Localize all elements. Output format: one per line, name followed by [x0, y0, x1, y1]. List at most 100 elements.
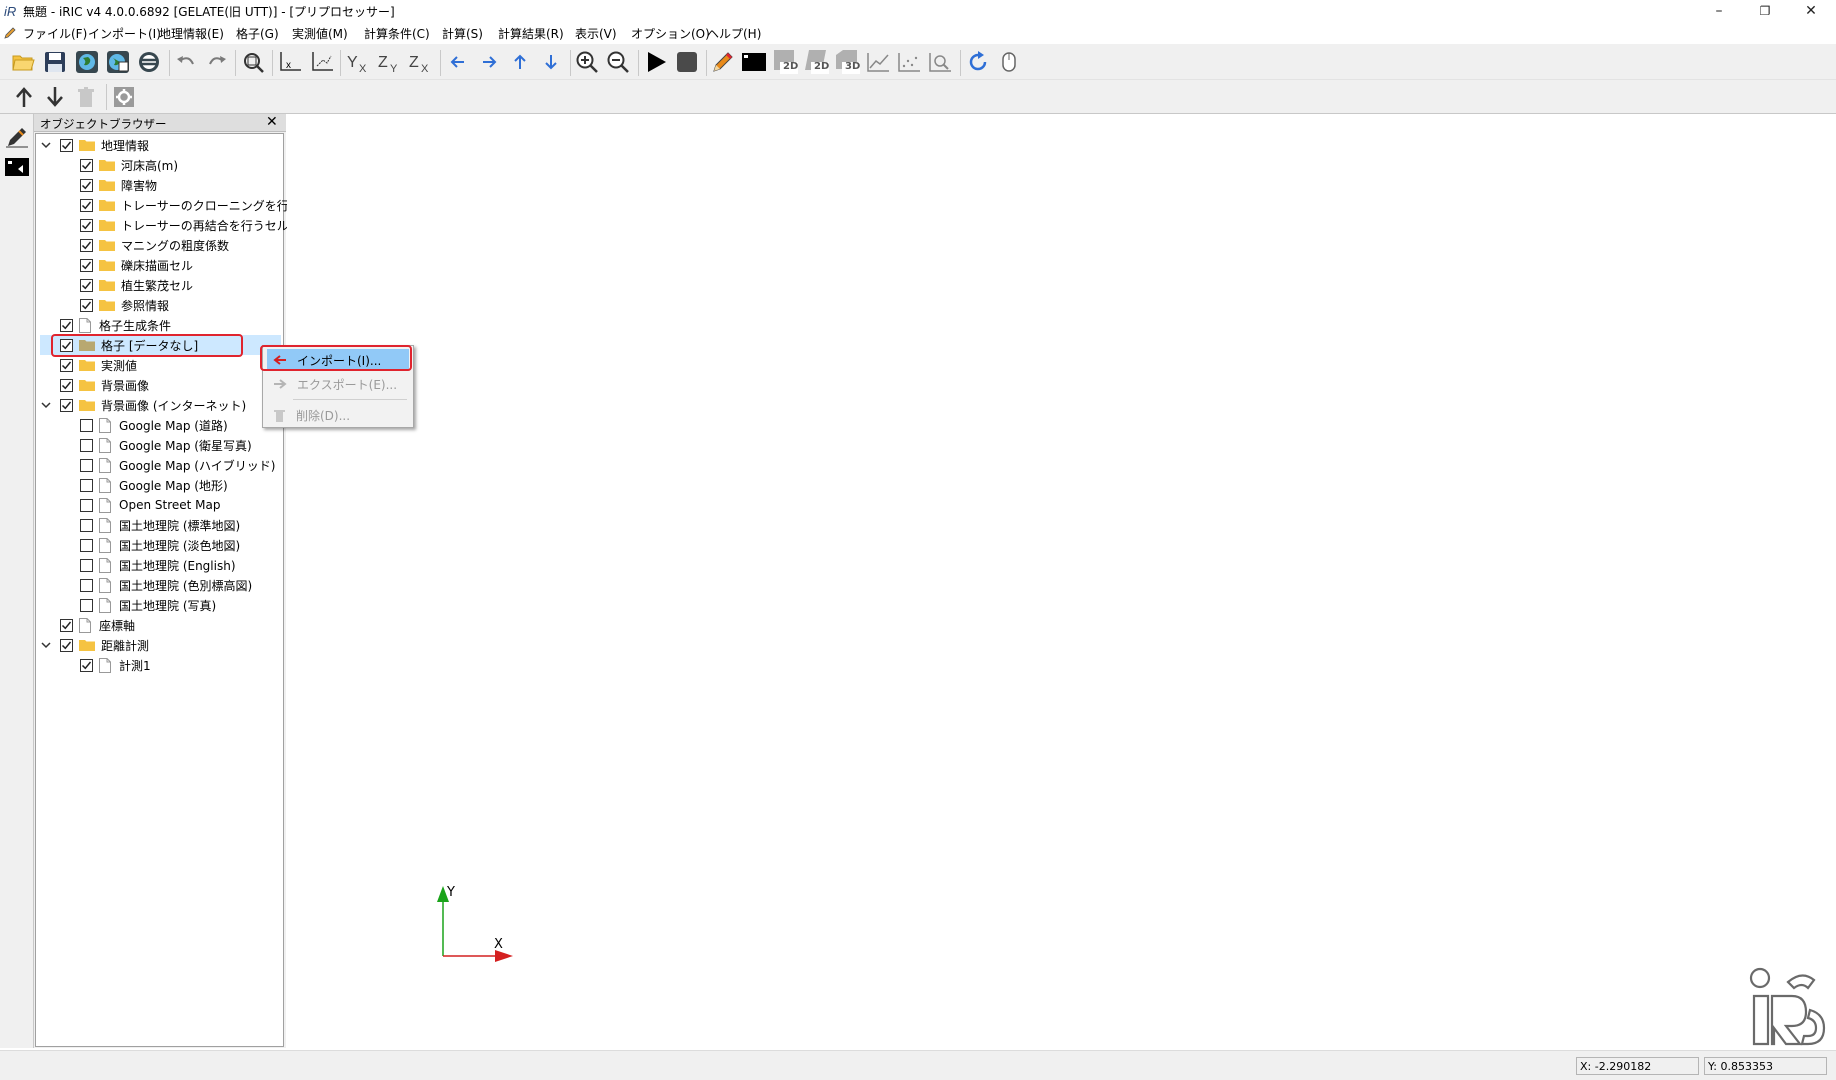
tree-item[interactable]: 距離計測: [40, 635, 149, 655]
tree-item[interactable]: 参照情報: [60, 295, 169, 315]
tree-item-checkbox[interactable]: [80, 218, 93, 232]
tree-item[interactable]: 国土地理院 (写真): [60, 595, 216, 615]
tree-item-checkbox[interactable]: [80, 418, 93, 432]
zoom-out-icon[interactable]: [604, 48, 632, 76]
tree-item[interactable]: トレーサーのクローニングを行うセル: [60, 195, 325, 215]
menu-geodata[interactable]: 地理情報(E): [159, 25, 224, 42]
refresh-icon[interactable]: [964, 48, 992, 76]
tree-item-checkbox[interactable]: [80, 258, 93, 272]
zoom-in-icon[interactable]: [573, 48, 601, 76]
tree-item[interactable]: 格子生成条件: [40, 315, 171, 335]
tree-item[interactable]: 植生繁茂セル: [60, 275, 193, 295]
tree-item-checkbox[interactable]: [80, 198, 93, 212]
pan-up-icon[interactable]: [506, 48, 534, 76]
tree-item-checkbox[interactable]: [80, 278, 93, 292]
trash-icon[interactable]: [72, 83, 100, 111]
context-export-item[interactable]: エクスポート(E)...: [267, 373, 409, 395]
expand-chevron-icon[interactable]: [40, 139, 52, 151]
tree-item-checkbox[interactable]: [60, 318, 73, 332]
tree-item[interactable]: 計測1: [60, 655, 151, 675]
tree-item-checkbox[interactable]: [80, 578, 93, 592]
3d-view-icon[interactable]: 3D: [834, 48, 862, 76]
object-browser-tab[interactable]: [4, 124, 30, 148]
tree-item[interactable]: 地理情報: [40, 135, 149, 155]
tree-item-checkbox[interactable]: [60, 358, 73, 372]
xy-axis-icon[interactable]: [308, 48, 336, 76]
tree-item[interactable]: Google Map (衛星写真): [60, 435, 252, 455]
tree-item[interactable]: Open Street Map: [60, 495, 220, 515]
tree-item[interactable]: 国土地理院 (色別標高図): [60, 575, 252, 595]
mouse-icon[interactable]: [995, 48, 1023, 76]
tree-item-checkbox[interactable]: [80, 158, 93, 172]
run-icon[interactable]: [642, 48, 670, 76]
scatter-icon[interactable]: [895, 48, 923, 76]
tree-item-checkbox[interactable]: [60, 398, 73, 412]
pan-left-icon[interactable]: [444, 48, 472, 76]
restore-button[interactable]: ❐: [1742, 0, 1788, 22]
menu-option[interactable]: オプション(O): [631, 25, 710, 42]
z-y-icon[interactable]: ZY: [375, 48, 403, 76]
2d-bird-icon[interactable]: 2D: [803, 48, 831, 76]
tree-item[interactable]: 背景画像: [40, 375, 149, 395]
tree-item[interactable]: 実測値: [40, 355, 137, 375]
minimize-button[interactable]: –: [1696, 0, 1742, 22]
tree-item[interactable]: 河床高(m): [60, 155, 178, 175]
tree-item[interactable]: トレーサーの再結合を行うセル: [60, 215, 289, 235]
menu-measured[interactable]: 実測値(M): [292, 25, 348, 42]
2d-view-icon[interactable]: 2D: [772, 48, 800, 76]
tree-item-checkbox[interactable]: [80, 598, 93, 612]
tree-item-checkbox[interactable]: [80, 478, 93, 492]
menu-calc-condition[interactable]: 計算条件(C): [364, 25, 430, 42]
pan-down-icon[interactable]: [537, 48, 565, 76]
tree-item-checkbox[interactable]: [80, 178, 93, 192]
no-background-icon[interactable]: [135, 48, 163, 76]
menu-file[interactable]: ファイル(F): [23, 25, 87, 42]
menu-result[interactable]: 計算結果(R): [498, 25, 564, 42]
menu-grid[interactable]: 格子(G): [236, 25, 279, 42]
tree-item[interactable]: 国土地理院 (English): [60, 555, 236, 575]
tree-item-checkbox[interactable]: [80, 558, 93, 572]
tree-item[interactable]: 国土地理院 (標準地図): [60, 515, 240, 535]
tree-item[interactable]: Google Map (道路): [60, 415, 228, 435]
tree-item-checkbox[interactable]: [60, 138, 73, 152]
menu-view[interactable]: 表示(V): [575, 25, 617, 42]
chart-zoom-icon[interactable]: [926, 48, 954, 76]
menu-import[interactable]: インポート(I): [88, 25, 161, 42]
tree-item-checkbox[interactable]: [80, 538, 93, 552]
redo-icon[interactable]: [203, 48, 231, 76]
tree-item-checkbox[interactable]: [60, 638, 73, 652]
open-folder-icon[interactable]: [9, 48, 37, 76]
tree-item-checkbox[interactable]: [80, 438, 93, 452]
graph-icon[interactable]: [864, 48, 892, 76]
move-down-icon[interactable]: [41, 83, 69, 111]
expand-chevron-icon[interactable]: [40, 639, 52, 651]
tree-item-checkbox[interactable]: [80, 238, 93, 252]
main-viewport[interactable]: Y X: [287, 114, 1836, 1048]
world-icon[interactable]: [73, 48, 101, 76]
x-axis-icon[interactable]: x: [276, 48, 304, 76]
zoom-fit-icon[interactable]: [239, 48, 267, 76]
console-icon[interactable]: [740, 48, 768, 76]
tree-item[interactable]: Google Map (ハイブリッド): [60, 455, 275, 475]
menu-simulation[interactable]: 計算(S): [442, 25, 483, 42]
tree-item-checkbox[interactable]: [60, 618, 73, 632]
tree-item-checkbox[interactable]: [80, 498, 93, 512]
undo-icon[interactable]: [172, 48, 200, 76]
properties-tab[interactable]: [4, 156, 30, 178]
tree-item[interactable]: マニングの粗度係数: [60, 235, 229, 255]
close-button[interactable]: ✕: [1788, 0, 1834, 22]
tree-item[interactable]: 背景画像 (インターネット): [40, 395, 246, 415]
tree-item-checkbox[interactable]: [60, 378, 73, 392]
pan-right-icon[interactable]: [475, 48, 503, 76]
tree-item[interactable]: 礫床描画セル: [60, 255, 193, 275]
z-x-icon[interactable]: ZX: [406, 48, 434, 76]
tree-item[interactable]: 国土地理院 (淡色地図): [60, 535, 240, 555]
tree-item[interactable]: 障害物: [60, 175, 157, 195]
move-up-icon[interactable]: [10, 83, 38, 111]
context-delete-item[interactable]: 削除(D)...: [267, 404, 409, 426]
expand-chevron-icon[interactable]: [40, 399, 52, 411]
object-browser-close-icon[interactable]: ✕: [266, 114, 278, 130]
tree-item-checkbox[interactable]: [80, 298, 93, 312]
properties-icon[interactable]: [110, 83, 138, 111]
pencil-icon[interactable]: [709, 48, 737, 76]
